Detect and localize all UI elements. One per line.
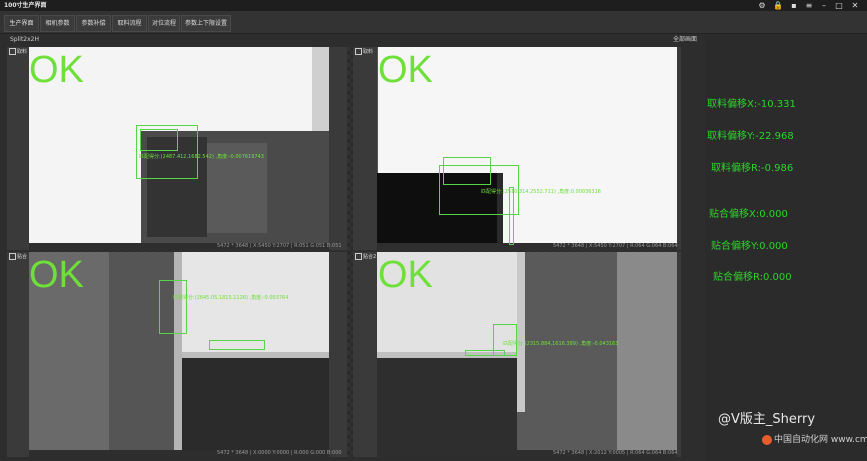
match-edge-line — [509, 187, 514, 245]
maximize-icon[interactable]: □ — [833, 0, 845, 11]
camera-grid: 取料 OK 匹配得分:(2487.412,1682.542) ,角度:-0.00… — [7, 47, 681, 457]
tab-limit-settings[interactable]: 参数上下限设置 — [181, 15, 231, 32]
match-text: 匹配得分:(2487.412,1682.542) ,角度:-0.00761974… — [139, 154, 264, 160]
fullscreen-button[interactable]: 全部画面 — [673, 34, 697, 46]
camera-pane-4[interactable]: 贴合2 OK 匹配得分:(2315.884,1616.389) ,角度:-0.0… — [353, 252, 681, 457]
pick-offset-r: 取料偏移R:-0.986 — [711, 163, 794, 174]
pane-label: 贴合2 — [355, 253, 376, 260]
match-box-inner — [465, 350, 505, 356]
tab-param-compensation[interactable]: 参数补偿 — [76, 15, 111, 32]
logo-badge-icon — [762, 434, 772, 445]
ok-result: OK — [29, 254, 84, 296]
ok-result: OK — [378, 254, 433, 296]
camera-icon — [355, 253, 362, 260]
attach-offset-y: 贴合偏移Y:0.000 — [711, 241, 788, 252]
match-text: 匹配得分:(2510.314,2552.711) ,角度:0.00036316 — [481, 189, 601, 195]
match-text: 匹配得分:(2645.05,1815.1126) ,角度:-0.003764 — [173, 295, 289, 301]
match-box-inner — [209, 340, 265, 350]
ok-result: OK — [29, 49, 84, 91]
view-bar: Split2x2H 全部画面 — [6, 34, 705, 46]
lock-icon[interactable]: 🔒 — [772, 0, 784, 11]
status-text: 5472 * 3648 | X:5450 Y:2707 | R:064 G:06… — [553, 243, 678, 249]
pane-label: 取料 — [9, 48, 27, 55]
status-text: 5472 * 3648 | X:2012 Y:0005 | R:064 G:06… — [553, 450, 678, 456]
tab-production[interactable]: 生产界面 — [4, 15, 39, 32]
site-logo: 中国自动化网 www.cmn.com.cn — [762, 432, 867, 445]
menu-icon[interactable]: ≡ — [803, 0, 815, 11]
minimize-icon[interactable]: – — [818, 0, 830, 11]
camera-pane-2[interactable]: 取料 OK 匹配得分:(2510.314,2552.711) ,角度:0.000… — [353, 47, 681, 250]
match-box-inner — [140, 129, 178, 151]
pane-label: 取料 — [355, 48, 373, 55]
watermark: @V版主_Sherry — [718, 412, 816, 427]
ok-result: OK — [378, 49, 433, 91]
pick-offset-x: 取料偏移X:-10.331 — [707, 99, 796, 110]
match-box-inner — [443, 157, 491, 185]
camera-pane-1[interactable]: 取料 OK 匹配得分:(2487.412,1682.542) ,角度:-0.00… — [7, 47, 347, 250]
attach-offset-x: 贴合偏移X:0.000 — [709, 209, 788, 220]
close-icon[interactable]: ✕ — [849, 0, 861, 11]
attach-offset-r: 贴合偏移R:0.000 — [713, 272, 792, 283]
title-bar: 100寸生产界面 ⚙ 🔒 ▪ ≡ – □ ✕ — [0, 0, 867, 11]
pick-offset-y: 取料偏移Y:-22.968 — [707, 131, 794, 142]
tab-align-process[interactable]: 对位流程 — [148, 15, 180, 32]
info-icon[interactable]: ▪ — [788, 0, 800, 11]
settings-icon[interactable]: ⚙ — [756, 0, 768, 11]
window-title: 100寸生产界面 — [4, 2, 47, 9]
tab-camera-params[interactable]: 相机参数 — [40, 15, 75, 32]
pane-label: 贴合 — [9, 253, 27, 260]
camera-icon — [9, 253, 16, 260]
status-text: 5472 * 3648 | X:5450 Y:2707 | R:051 G:05… — [217, 243, 342, 249]
status-text: 5472 * 3648 | X:0000 Y:0000 | R:000 G:00… — [217, 450, 342, 456]
camera-icon — [355, 48, 362, 55]
tab-pick-process[interactable]: 取料流程 — [112, 15, 147, 32]
camera-icon — [9, 48, 16, 55]
match-text: 匹配得分:(2315.884,1616.389) ,角度:-0.043163 — [503, 341, 619, 347]
match-box — [159, 280, 187, 334]
toolbar: 生产界面 相机参数 参数补偿 取料流程 对位流程 参数上下限设置 — [0, 11, 867, 34]
split-layout-label[interactable]: Split2x2H — [10, 34, 39, 46]
camera-pane-3[interactable]: 贴合 OK 匹配得分:(2645.05,1815.1126) ,角度:-0.00… — [7, 252, 347, 457]
